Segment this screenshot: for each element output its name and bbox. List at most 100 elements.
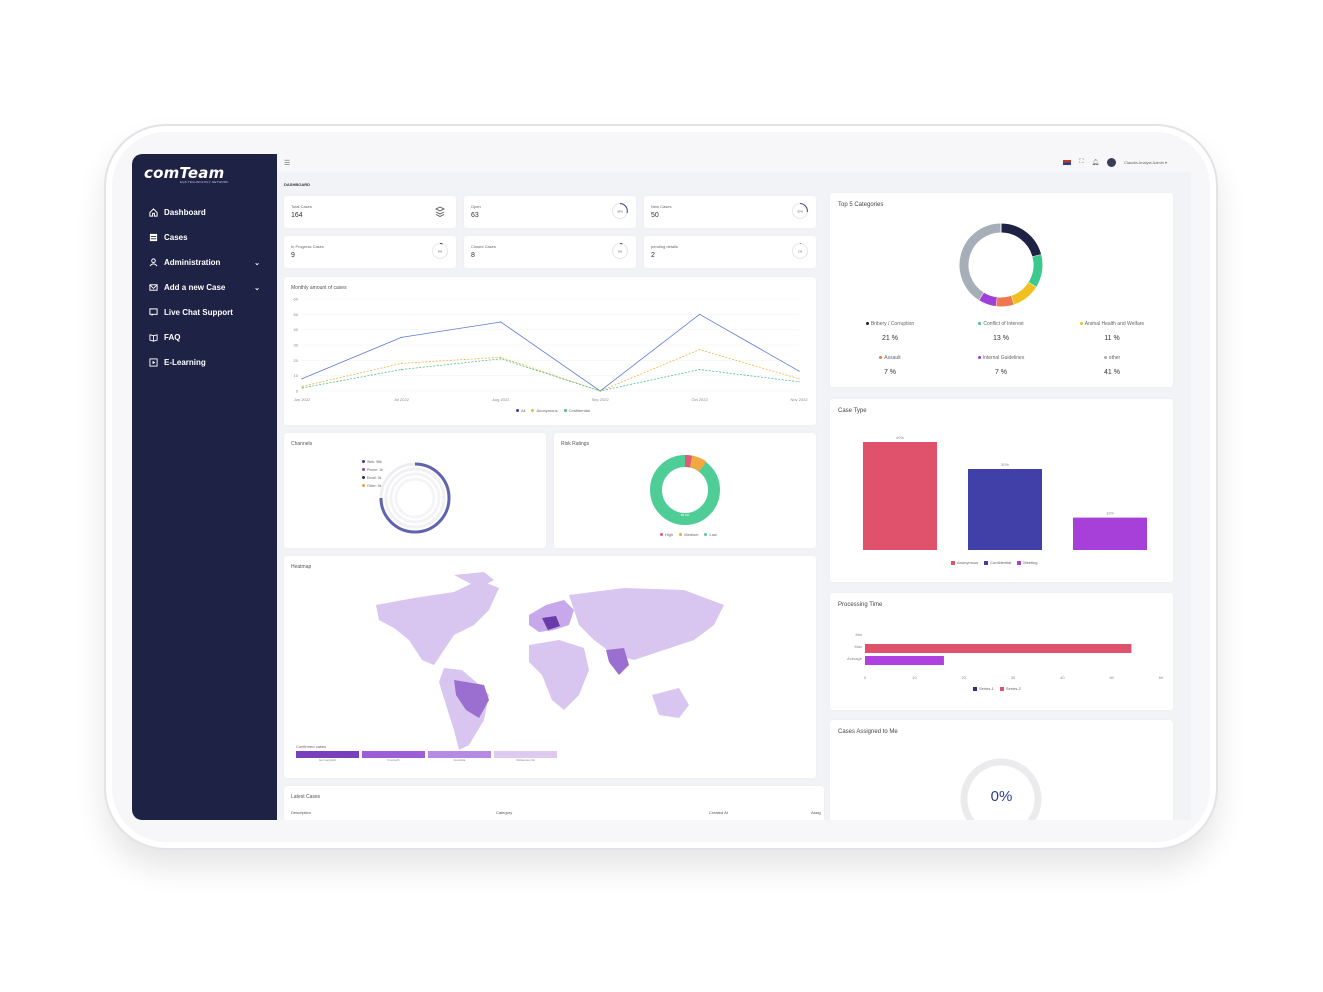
- data-label: 40%: [896, 435, 904, 440]
- world-map: [376, 572, 724, 750]
- chat-icon: [148, 308, 158, 318]
- y-tick-label: 30: [294, 343, 299, 348]
- data-point: [301, 378, 303, 380]
- x-tick-label: Oct 2022: [691, 397, 708, 402]
- user-menu[interactable]: Claudia Anaiyst Admin ▾: [1124, 160, 1167, 165]
- category-item: Assault 7 %: [850, 355, 930, 376]
- card-title: Cases Assigned to Me: [838, 729, 898, 735]
- legend-item[interactable]: Medium: [679, 532, 698, 537]
- category-item: Internal Guidelines 7 %: [961, 355, 1041, 376]
- legend-item[interactable]: Anonymous: [531, 408, 558, 413]
- map-region-asia[interactable]: [569, 588, 724, 660]
- bar-anonymous: [863, 442, 937, 550]
- sidebar-item-dashboard[interactable]: Dashboard: [148, 200, 260, 225]
- x-tick-label: Jun 2022: [294, 397, 311, 402]
- map-region-africa[interactable]: [529, 640, 589, 710]
- data-point: [301, 385, 303, 387]
- x-tick-label: 30: [1011, 675, 1016, 680]
- stat-card-closed[interactable]: Closed Cases 8 5%: [464, 236, 636, 268]
- sidebar-item-elearning[interactable]: E-Learning: [148, 350, 260, 375]
- x-tick-label: 40: [1060, 675, 1065, 680]
- column-header[interactable]: Created At: [709, 810, 728, 815]
- column-header[interactable]: Description: [291, 810, 311, 815]
- data-label: 30%: [1001, 462, 1009, 467]
- stat-card-total[interactable]: Total Cases 164: [284, 196, 456, 228]
- legend-item[interactable]: Series-2: [999, 686, 1021, 691]
- case-type-bar-chart: 40% 30% 12%: [863, 435, 1147, 550]
- stat-value: 50: [651, 212, 659, 219]
- sidebar: comTeam EQS TECHNOLOGY NETWORK Dashboard…: [132, 154, 277, 820]
- heatmap-card: Heatmap Confirmed cases Germany/EU Franc…: [284, 556, 816, 778]
- data-point: [400, 336, 402, 338]
- sidebar-item-label: FAQ: [164, 333, 181, 342]
- legend-item[interactable]: Anonymous: [951, 560, 978, 565]
- stat-card-new[interactable]: New Cases 50 30%: [644, 196, 816, 228]
- stat-card-open[interactable]: Open 63 38%: [464, 196, 636, 228]
- legend-item[interactable]: All: [516, 408, 525, 413]
- sidebar-item-label: Administration: [164, 258, 221, 267]
- bar-meeting: [1073, 517, 1147, 550]
- channels-radial-chart: [379, 462, 451, 534]
- x-tick-label: 0: [864, 675, 867, 680]
- category-item: Bribery / Corruption 21 %: [850, 321, 930, 342]
- risk-donut-chart: 88.9%: [650, 455, 720, 525]
- map-region-north-america[interactable]: [376, 580, 499, 665]
- sidebar-item-label: Add a new Case: [164, 283, 226, 292]
- card-title: Top 5 Categories: [838, 202, 884, 208]
- column-header[interactable]: Assig: [811, 810, 821, 815]
- stat-label: Closed Cases: [471, 244, 496, 249]
- legend-item[interactable]: Confidential: [984, 560, 1011, 565]
- sidebar-nav: Dashboard Cases Administration ⌄ Add a n…: [148, 200, 260, 375]
- y-tick-label: 40: [294, 327, 299, 332]
- top5-categories-card: Top 5 Categories Bribery / Corruption 21 …: [830, 193, 1173, 387]
- hamburger-icon[interactable]: ☰: [284, 159, 290, 167]
- case-type-card: Case Type 40% 30% 12% Anonymous Confidenti…: [830, 399, 1173, 582]
- data-point: [500, 356, 502, 358]
- heatmap-bin[interactable]: Germany/EU: [296, 751, 359, 762]
- heatmap-legend-title: Confirmed cases: [296, 744, 327, 749]
- flag-icon[interactable]: [1063, 160, 1072, 165]
- stat-card-pending[interactable]: pending details 2 1%: [644, 236, 816, 268]
- column-header[interactable]: Category: [496, 810, 512, 815]
- stat-value: 63: [471, 212, 479, 219]
- card-title: Processing Time: [838, 602, 883, 608]
- data-point: [699, 368, 701, 371]
- y-tick-label: 20: [294, 358, 299, 363]
- x-tick-label: Nov 2022: [790, 397, 808, 402]
- map-region-australia[interactable]: [652, 688, 689, 718]
- progress-ring: 1%: [792, 242, 808, 259]
- processing-time-card: Processing Time Min Max Average 0 10 20 30 40 50…: [830, 593, 1173, 710]
- data-label: 12%: [1106, 511, 1114, 516]
- category-item: other 41 %: [1103, 355, 1121, 376]
- sidebar-item-add-case[interactable]: Add a new Case ⌄: [148, 275, 260, 300]
- heatmap-bin[interactable]: Australia: [428, 751, 491, 762]
- sidebar-item-administration[interactable]: Administration ⌄: [148, 250, 260, 275]
- x-tick-label: Sep 2022: [592, 397, 610, 402]
- legend-item[interactable]: High: [660, 532, 673, 537]
- list-icon: [148, 233, 158, 243]
- progress-ring: 5%: [612, 243, 628, 259]
- legend-item[interactable]: Meeting: [1017, 560, 1037, 565]
- sidebar-item-live-chat[interactable]: Live Chat Support: [148, 300, 260, 325]
- avatar[interactable]: [1107, 158, 1117, 167]
- card-title: Latest Cases: [291, 794, 321, 800]
- card-title: Channels: [291, 441, 313, 447]
- sidebar-item-label: Live Chat Support: [164, 308, 233, 317]
- heatmap-bin[interactable]: Midwestern/E: [494, 751, 557, 762]
- sidebar-item-faq[interactable]: FAQ: [148, 325, 260, 350]
- data-point: [798, 370, 800, 372]
- legend-item[interactable]: Confidential: [563, 408, 590, 413]
- risk-legend: High Medium Low: [660, 532, 717, 537]
- stat-card-in-progress[interactable]: In Progress Cases 9 6%: [284, 236, 456, 268]
- heatmap-bin[interactable]: France/N: [362, 751, 425, 762]
- series-line-anonymous: [301, 349, 800, 392]
- stat-value: 9: [291, 252, 295, 259]
- stat-label: pending details: [651, 244, 678, 249]
- legend-item[interactable]: Low: [704, 532, 717, 537]
- legend-item[interactable]: Series-1: [973, 686, 994, 691]
- bell-icon[interactable]: 🔔︎: [1091, 159, 1099, 166]
- sidebar-item-cases[interactable]: Cases: [148, 225, 260, 250]
- page-title: DASHBOARD: [284, 182, 310, 187]
- fullscreen-icon[interactable]: ⛶: [1079, 159, 1083, 166]
- stat-value: 8: [471, 252, 475, 259]
